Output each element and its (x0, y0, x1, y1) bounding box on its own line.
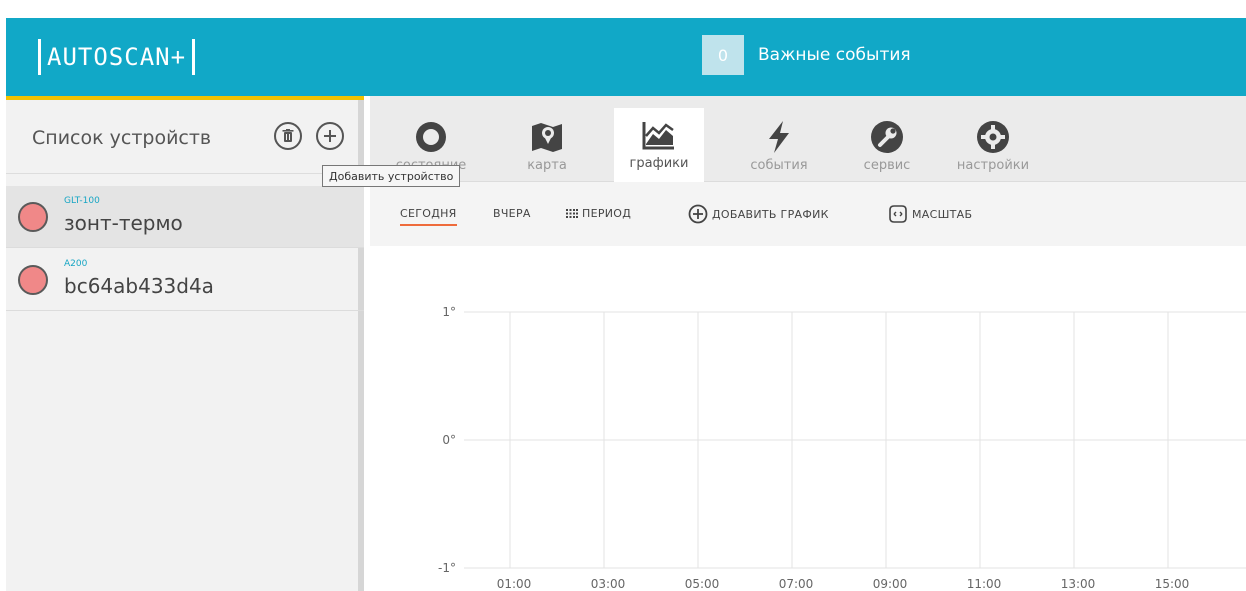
circle-icon (416, 122, 446, 152)
tab-label: карта (527, 158, 567, 173)
map-icon (532, 123, 562, 152)
tab-label: сервис (863, 158, 911, 173)
sidebar-header: Список устройств (6, 100, 364, 174)
chart-icon (642, 122, 674, 150)
app-logo[interactable]: AUTOSCAN+ (32, 38, 201, 76)
y-tick-label: -1° (438, 561, 456, 575)
temperature-chart: 1° 0° -1° 01:00 03:00 05:00 07:00 09:00 11:00 13:… (438, 305, 1246, 591)
tab-events[interactable]: события (734, 110, 824, 182)
wrench-icon (871, 121, 903, 153)
gear-icon (977, 121, 1009, 153)
yesterday-button[interactable]: ВЧЕРА (493, 207, 531, 220)
sidebar-title: Список устройств (32, 127, 212, 149)
tab-service[interactable]: сервис (842, 110, 932, 182)
device-status-dot (18, 265, 48, 295)
zoom-icon (889, 205, 907, 223)
device-name: зонт-термо (64, 211, 183, 235)
add-device-tooltip: Добавить устройство (322, 165, 461, 187)
logo-text: AUTOSCAN+ (47, 43, 187, 71)
lightning-icon (769, 121, 789, 153)
device-model: GLT-100 (64, 196, 100, 206)
tab-label: графики (629, 156, 689, 171)
x-tick-label: 01:00 (497, 577, 532, 591)
app-header: AUTOSCAN+ 0 Важные события (6, 18, 1246, 96)
chart-toolbar: СЕГОДНЯ ВЧЕРА ПЕРИОД ДОБАВИТЬ ГРАФИК МАС… (370, 182, 1246, 246)
scale-button[interactable]: МАСШТАБ (888, 204, 972, 224)
add-chart-label: ДОБАВИТЬ ГРАФИК (712, 207, 829, 221)
device-name: bc64ab433d4a (64, 274, 214, 298)
x-tick-label: 13:00 (1061, 577, 1096, 591)
x-tick-label: 11:00 (967, 577, 1002, 591)
events-count-badge: 0 (702, 35, 744, 75)
plus-circle-icon (324, 130, 336, 142)
add-chart-button[interactable]: ДОБАВИТЬ ГРАФИК (688, 204, 829, 224)
device-model: A200 (64, 259, 88, 269)
top-strip (0, 0, 1246, 18)
device-status-dot (18, 202, 48, 232)
chart-area: 1° 0° -1° 01:00 03:00 05:00 07:00 09:00 11:00 13:… (394, 246, 1246, 591)
main-tabs: состояние карта графики события сервис (370, 96, 1246, 182)
device-sidebar: Список устройств GLT-100 зонт-термо A200… (6, 96, 364, 591)
tab-charts[interactable]: графики (614, 108, 704, 182)
x-tick-label: 15:00 (1155, 577, 1190, 591)
tab-map[interactable]: карта (502, 110, 592, 182)
tab-label: события (750, 158, 808, 173)
y-tick-label: 0° (442, 433, 456, 447)
plus-circle-icon (688, 204, 708, 224)
events-label: Важные события (758, 45, 911, 65)
x-tick-label: 03:00 (591, 577, 626, 591)
tab-settings[interactable]: настройки (948, 110, 1038, 182)
period-label: ПЕРИОД (582, 207, 632, 220)
device-item[interactable]: GLT-100 зонт-термо (6, 186, 364, 248)
tab-label: настройки (956, 158, 1030, 173)
period-button[interactable]: ПЕРИОД (566, 207, 631, 220)
device-item[interactable]: A200 bc64ab433d4a (6, 249, 364, 311)
delete-device-button[interactable] (274, 122, 302, 150)
x-tick-label: 09:00 (873, 577, 908, 591)
scale-label: МАСШТАБ (912, 207, 973, 221)
y-tick-label: 1° (442, 305, 456, 319)
important-events[interactable]: 0 Важные события (702, 35, 911, 75)
add-device-button[interactable] (316, 122, 344, 150)
x-tick-label: 07:00 (779, 577, 814, 591)
trash-icon (282, 129, 294, 142)
grid-icon (566, 209, 578, 218)
today-button[interactable]: СЕГОДНЯ (400, 207, 457, 226)
x-tick-label: 05:00 (685, 577, 720, 591)
